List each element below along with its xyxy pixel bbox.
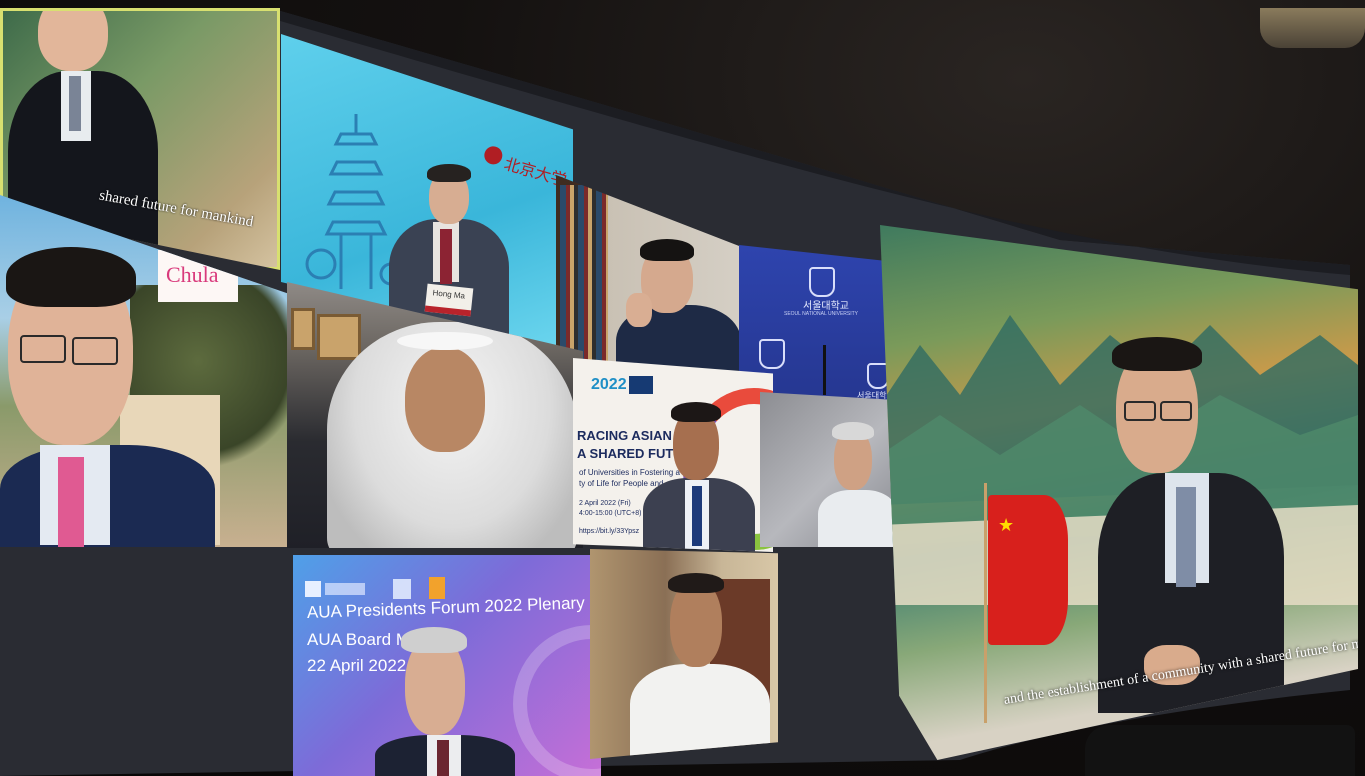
peking-seal-icon [482,144,505,167]
light-fixture [1260,8,1365,48]
seoul-emblem-icon [759,339,785,369]
university-logo-icon [325,583,365,595]
seoul-logo-text: 서울대학교 [803,301,849,312]
speaker-glasses [72,337,118,365]
speaker-hair [832,422,874,440]
nameplate-text: Hong Ma [432,288,466,301]
poster-year: 2022 [591,376,627,393]
speaker-tie [1176,487,1196,587]
university-logo-icon [393,579,411,599]
speaker-tie [58,457,84,547]
poster-sub-1: of Universities in Fostering a [579,468,680,477]
speaker-shirt [630,664,770,759]
flag-star-icon: ★ [998,515,1015,535]
speaker-shirt [818,490,898,547]
video-tile-main-speaker: ★ and the establishment of a community w… [880,225,1358,760]
speaker-hand [626,293,652,327]
wall-frame [291,308,315,350]
aua-logo-row [305,577,445,601]
forum-title-3: 22 April 2022 [307,656,407,675]
university-logo-icon [305,581,321,597]
speaker-tie [69,76,81,131]
wall-frame [317,314,361,360]
poster-sub-2: ty of Life for People and [579,479,664,488]
seoul-emblem-icon [867,363,889,389]
poster-time: 4:00-15:00 (UTC+8) [579,510,642,517]
video-tile-man-white-shirt [590,549,778,759]
speaker-hair [668,573,724,593]
speaker-glasses [1160,401,1192,421]
poster-link: https://bit.ly/33Ypsz [579,528,640,535]
speaker-glasses [1124,401,1156,421]
speaker-hair [1112,337,1202,371]
video-tile-aua-forum: AUA Presidents Forum 2022 Plenary Sessio… [293,555,601,776]
bookshelf [560,185,608,375]
forum-title-2: AUA Board M [307,630,410,649]
speaker-hair [427,164,471,182]
camera-equipment [1085,725,1355,776]
seoul-sub-text: SEOUL NATIONAL UNIVERSITY [784,311,858,317]
poster-date: 2 April 2022 (Fri) [579,500,631,507]
speaker-hair [6,247,136,307]
speaker-hair [401,627,467,653]
seoul-emblem-icon [809,267,835,297]
speaker-agal [397,332,493,350]
poster-logo-icon [629,376,653,394]
swirl-decoration [513,625,601,776]
speaker-tie [440,229,452,284]
flag-pole [984,483,987,723]
speaker-head [38,11,108,71]
nameplate: Hong Ma [424,283,474,317]
microphone-stand [823,345,826,395]
speaker-hair [671,402,721,422]
speaker-head [405,347,485,452]
university-logo-icon [429,577,445,599]
video-tile-poster-presenter: 2022 RACING ASIAN DIVER A SHARED FUTURE:… [573,358,773,552]
speaker-tie [692,486,702,546]
speaker-glasses [20,335,66,363]
speaker-tie [437,740,449,776]
speaker-hair [640,239,694,261]
